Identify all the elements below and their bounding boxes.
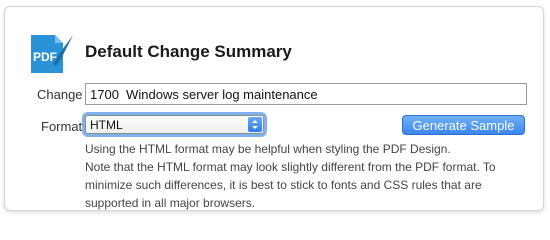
format-help-text: Using the HTML format may be helpful whe… (85, 140, 525, 212)
page-title: Default Change Summary (85, 42, 292, 61)
help-line-1: Using the HTML format may be helpful whe… (85, 142, 451, 156)
pdf-brush-icon: PDF (31, 35, 73, 73)
help-line-2: Note that the HTML format may look sligh… (85, 160, 496, 210)
summary-panel: PDF Default Change Summary Change Format… (4, 6, 544, 211)
logo-text: PDF (33, 50, 57, 64)
format-selected-value: HTML (90, 118, 123, 132)
generate-sample-button[interactable]: Generate Sample (402, 115, 525, 135)
format-label: Format (41, 119, 83, 134)
change-input[interactable] (85, 83, 527, 105)
change-label: Change (37, 87, 83, 102)
format-select[interactable]: HTML (85, 115, 264, 134)
updown-arrows-icon (248, 117, 262, 132)
